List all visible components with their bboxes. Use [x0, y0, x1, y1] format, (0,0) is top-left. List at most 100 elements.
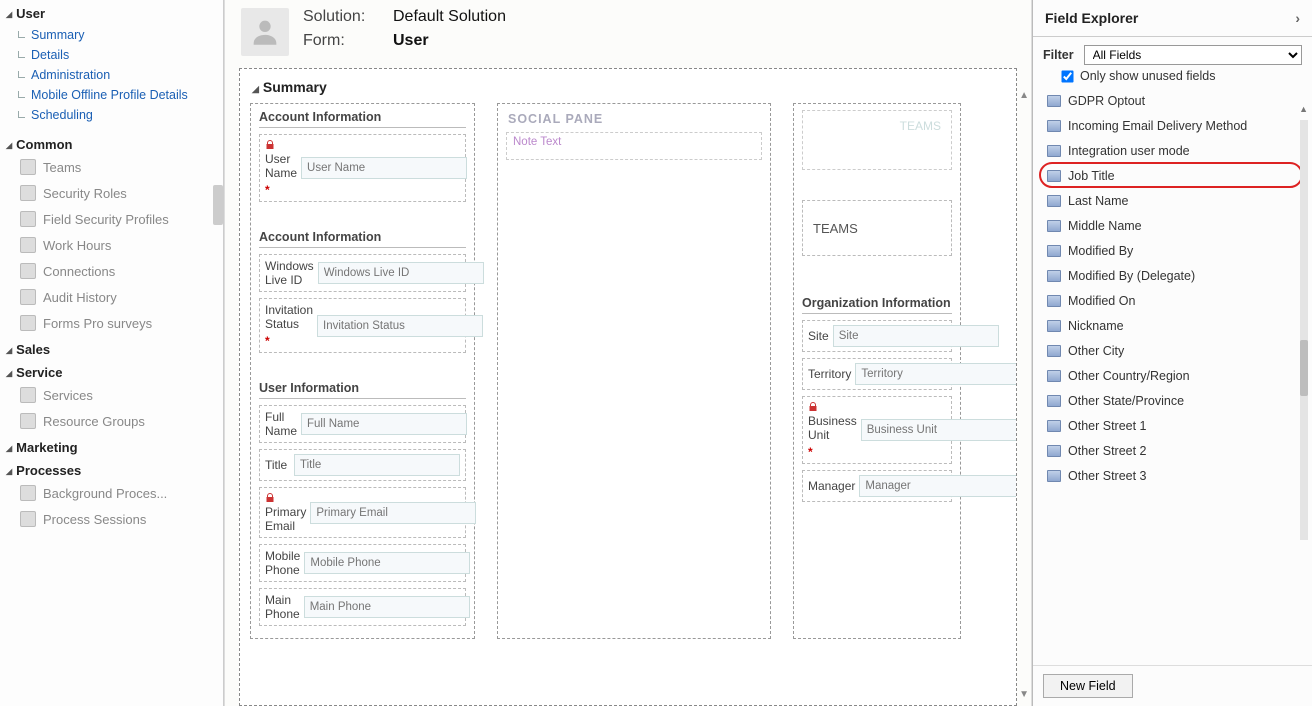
nav-group-service[interactable]: Service [0, 359, 223, 382]
nav-item-services[interactable]: Services [0, 382, 223, 408]
input-bu[interactable] [861, 419, 1017, 441]
field-item-other-country[interactable]: Other Country/Region [1043, 364, 1306, 389]
nav-link-administration[interactable]: Administration [18, 65, 223, 85]
nav-group-user[interactable]: User [0, 0, 223, 23]
input-fullname[interactable] [301, 413, 467, 435]
field-invitation[interactable]: Invitation Status* [259, 298, 466, 353]
field-mainphone[interactable]: Main Phone [259, 588, 466, 626]
note-text[interactable]: Note Text [506, 132, 762, 160]
column-left[interactable]: Account Information User Name* Account I… [250, 103, 475, 639]
new-field-button[interactable]: New Field [1043, 674, 1133, 698]
field-item-label: Last Name [1068, 194, 1128, 208]
nav-label: Resource Groups [43, 414, 145, 429]
field-item-label: Incoming Email Delivery Method [1068, 119, 1247, 133]
field-item-other-state[interactable]: Other State/Province [1043, 389, 1306, 414]
field-item-job-title[interactable]: Job Title [1043, 164, 1306, 189]
nav-item-field-security[interactable]: Field Security Profiles [0, 206, 223, 232]
field-item-other-street2[interactable]: Other Street 2 [1043, 439, 1306, 464]
field-title[interactable]: Title [259, 449, 466, 481]
input-mobile[interactable] [304, 552, 470, 574]
audit-icon [20, 289, 36, 305]
chevron-right-icon[interactable]: › [1295, 10, 1300, 26]
input-email[interactable] [310, 502, 476, 524]
field-business-unit[interactable]: Business Unit* [802, 396, 952, 464]
field-list-scrollbar-track[interactable] [1300, 120, 1308, 540]
input-manager[interactable] [859, 475, 1017, 497]
tab-summary[interactable]: Summary [250, 77, 1006, 103]
field-explorer-header[interactable]: Field Explorer › [1033, 0, 1312, 37]
entity-avatar [241, 8, 289, 56]
field-item-last-name[interactable]: Last Name [1043, 189, 1306, 214]
field-item-incoming-email[interactable]: Incoming Email Delivery Method [1043, 114, 1306, 139]
nav-item-formspro[interactable]: Forms Pro surveys [0, 310, 223, 336]
nav-item-connections[interactable]: Connections [0, 258, 223, 284]
nav-link-mobile-offline[interactable]: Mobile Offline Profile Details [18, 85, 223, 105]
field-icon [1047, 370, 1061, 382]
nav-item-resource-groups[interactable]: Resource Groups [0, 408, 223, 434]
field-item-integration-user-mode[interactable]: Integration user mode [1043, 139, 1306, 164]
field-item-other-street3[interactable]: Other Street 3 [1043, 464, 1306, 489]
field-item-nickname[interactable]: Nickname [1043, 314, 1306, 339]
input-mainphone[interactable] [304, 596, 470, 618]
input-wlid[interactable] [318, 262, 484, 284]
input-territory[interactable] [855, 363, 1017, 385]
form-header: Solution:Default Solution Form:User [225, 0, 1031, 64]
field-site[interactable]: Site [802, 320, 952, 352]
column-right[interactable]: TEAMS TEAMS Organization Information Sit… [793, 103, 961, 639]
nav-item-security-roles[interactable]: Security Roles [0, 180, 223, 206]
field-item-modified-by-delegate[interactable]: Modified By (Delegate) [1043, 264, 1306, 289]
field-territory[interactable]: Territory [802, 358, 952, 390]
field-label-text: User Name [265, 152, 297, 180]
field-manager[interactable]: Manager [802, 470, 952, 502]
nav-item-audit[interactable]: Audit History [0, 284, 223, 310]
left-scrollbar[interactable] [213, 185, 223, 225]
nav-item-work-hours[interactable]: Work Hours [0, 232, 223, 258]
nav-group-sales[interactable]: Sales [0, 336, 223, 359]
field-item-label: Other Street 2 [1068, 444, 1147, 458]
section-account-info2[interactable]: Account Information [259, 230, 466, 248]
input-site[interactable] [833, 325, 999, 347]
nav-group-common[interactable]: Common [0, 131, 223, 154]
field-username[interactable]: User Name* [259, 134, 466, 202]
field-primary-email[interactable]: Primary Email [259, 487, 466, 538]
form-canvas[interactable]: Summary Account Information User Name* A… [239, 68, 1017, 706]
section-org-info[interactable]: Organization Information [802, 296, 952, 314]
canvas-scroll-up[interactable]: ▲ [1019, 90, 1029, 101]
field-label-text: Main Phone [265, 593, 300, 621]
field-mobile[interactable]: Mobile Phone [259, 544, 466, 582]
filter-select[interactable]: All Fields [1084, 45, 1302, 65]
input-invitation[interactable] [317, 315, 483, 337]
nav-item-bg-process[interactable]: Background Proces... [0, 480, 223, 506]
nav-group-marketing[interactable]: Marketing [0, 434, 223, 457]
field-explorer-footer: New Field [1033, 665, 1312, 706]
field-item-modified-on[interactable]: Modified On [1043, 289, 1306, 314]
field-item-middle-name[interactable]: Middle Name [1043, 214, 1306, 239]
field-item-other-street1[interactable]: Other Street 1 [1043, 414, 1306, 439]
only-unused-checkbox[interactable] [1061, 70, 1073, 82]
column-middle[interactable]: SOCIAL PANE Note Text [497, 103, 771, 639]
field-item-label: Modified On [1068, 294, 1135, 308]
field-item-label: Other City [1068, 344, 1124, 358]
nav-link-summary[interactable]: Summary [18, 25, 223, 45]
nav-item-teams[interactable]: Teams [0, 154, 223, 180]
solution-label: Solution: [303, 8, 393, 26]
field-wlid[interactable]: Windows Live ID [259, 254, 466, 292]
input-username[interactable] [301, 157, 467, 179]
section-userinfo[interactable]: User Information [259, 381, 466, 399]
input-title[interactable] [294, 454, 460, 476]
field-item-label: Other Street 1 [1068, 419, 1147, 433]
section-account-info[interactable]: Account Information [259, 110, 466, 128]
teams-subgrid[interactable]: TEAMS [802, 200, 952, 256]
canvas-scroll-down[interactable]: ▼ [1019, 689, 1029, 700]
social-pane-header[interactable]: SOCIAL PANE [506, 110, 762, 132]
field-item-other-city[interactable]: Other City [1043, 339, 1306, 364]
nav-group-processes[interactable]: Processes [0, 457, 223, 480]
field-item-gdpr[interactable]: GDPR Optout [1043, 89, 1306, 114]
nav-link-details[interactable]: Details [18, 45, 223, 65]
nav-link-scheduling[interactable]: Scheduling [18, 105, 223, 125]
field-icon [1047, 420, 1061, 432]
field-list-scrollbar-thumb[interactable] [1300, 340, 1308, 396]
field-item-modified-by[interactable]: Modified By [1043, 239, 1306, 264]
nav-item-process-sessions[interactable]: Process Sessions [0, 506, 223, 532]
field-fullname[interactable]: Full Name [259, 405, 466, 443]
